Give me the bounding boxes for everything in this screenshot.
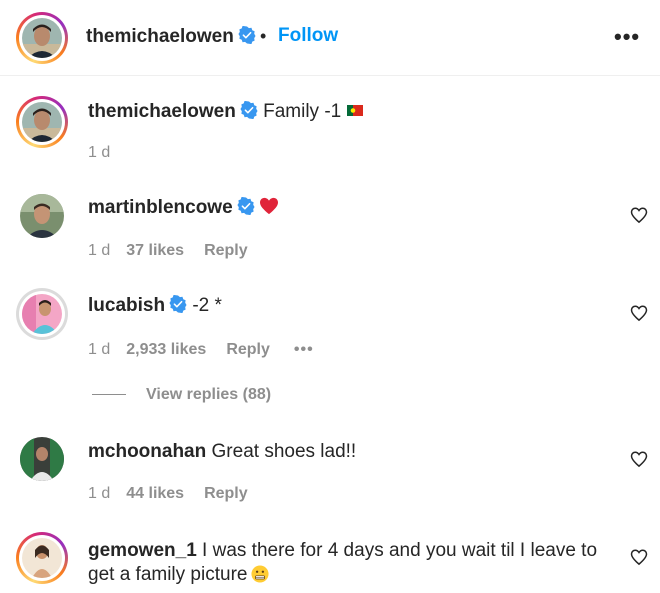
heart-outline-icon[interactable] — [630, 548, 648, 566]
comment-avatar[interactable] — [16, 288, 68, 340]
header-username[interactable]: themichaelowen — [86, 26, 256, 48]
header-avatar[interactable] — [16, 12, 68, 64]
comment-body: -2 * — [192, 295, 222, 316]
caption-username[interactable]: themichaelowen — [88, 101, 236, 122]
post-header: themichaelowen • Follow ••• — [0, 0, 660, 76]
comment-avatar[interactable] — [20, 194, 64, 238]
verified-badge-icon — [237, 197, 255, 215]
reply-button[interactable]: Reply — [226, 341, 270, 358]
comment-text-line: mchoonahan Great shoes lad!! — [88, 440, 356, 464]
comment-likes[interactable]: 2,933 likes — [126, 341, 206, 358]
comment-time[interactable]: 1 d — [88, 485, 110, 502]
comment-text-line: lucabish -2 * — [88, 294, 222, 318]
portugal-flag-icon — [347, 105, 364, 116]
comment-username[interactable]: gemowen_1 — [88, 540, 197, 561]
grimace-emoji — [251, 565, 270, 583]
view-replies-button[interactable]: View replies (88) — [92, 386, 271, 404]
comment-likes[interactable]: 37 likes — [126, 242, 184, 259]
comment-username[interactable]: lucabish — [88, 295, 165, 316]
comment-likes[interactable]: 44 likes — [126, 485, 184, 502]
caption-meta: 1 d — [88, 144, 110, 162]
comment-avatar[interactable] — [16, 532, 68, 584]
verified-badge-icon — [240, 101, 258, 119]
comment-meta: 1 d 44 likes Reply — [88, 485, 248, 503]
red-heart-emoji — [259, 197, 278, 215]
caption-time[interactable]: 1 d — [88, 144, 110, 161]
comment-body: Great shoes lad!! — [211, 441, 357, 462]
caption-text: Family -1 — [263, 101, 342, 122]
comment-text-line: gemowen_1 I was there for 4 days and you… — [88, 539, 618, 587]
comment-username[interactable]: mchoonahan — [88, 441, 206, 462]
follow-button[interactable]: Follow — [278, 25, 338, 47]
verified-badge-icon — [169, 295, 187, 313]
comment-meta: 1 d 37 likes Reply — [88, 242, 248, 260]
heart-outline-icon[interactable] — [630, 206, 648, 224]
caption-avatar[interactable] — [16, 96, 68, 148]
header-separator: • — [260, 26, 267, 46]
reply-button[interactable]: Reply — [204, 242, 248, 259]
comment-meta: 1 d 2,933 likes Reply ••• — [88, 341, 314, 359]
comment-username[interactable]: martinblencowe — [88, 197, 233, 218]
caption-text-line: themichaelowen Family -1 — [88, 100, 364, 124]
reply-button[interactable]: Reply — [204, 485, 248, 502]
comment-time[interactable]: 1 d — [88, 341, 110, 358]
view-replies-line — [92, 394, 126, 396]
view-replies-label[interactable]: View replies (88) — [146, 386, 271, 403]
comment-avatar[interactable] — [20, 437, 64, 481]
comment-time[interactable]: 1 d — [88, 242, 110, 259]
verified-badge-icon — [238, 26, 256, 44]
heart-outline-icon[interactable] — [630, 450, 648, 468]
more-options-icon[interactable]: ••• — [614, 24, 640, 50]
comment-text-line: martinblencowe — [88, 196, 279, 220]
comment-more-icon[interactable]: ••• — [294, 341, 314, 358]
heart-outline-icon[interactable] — [630, 304, 648, 322]
